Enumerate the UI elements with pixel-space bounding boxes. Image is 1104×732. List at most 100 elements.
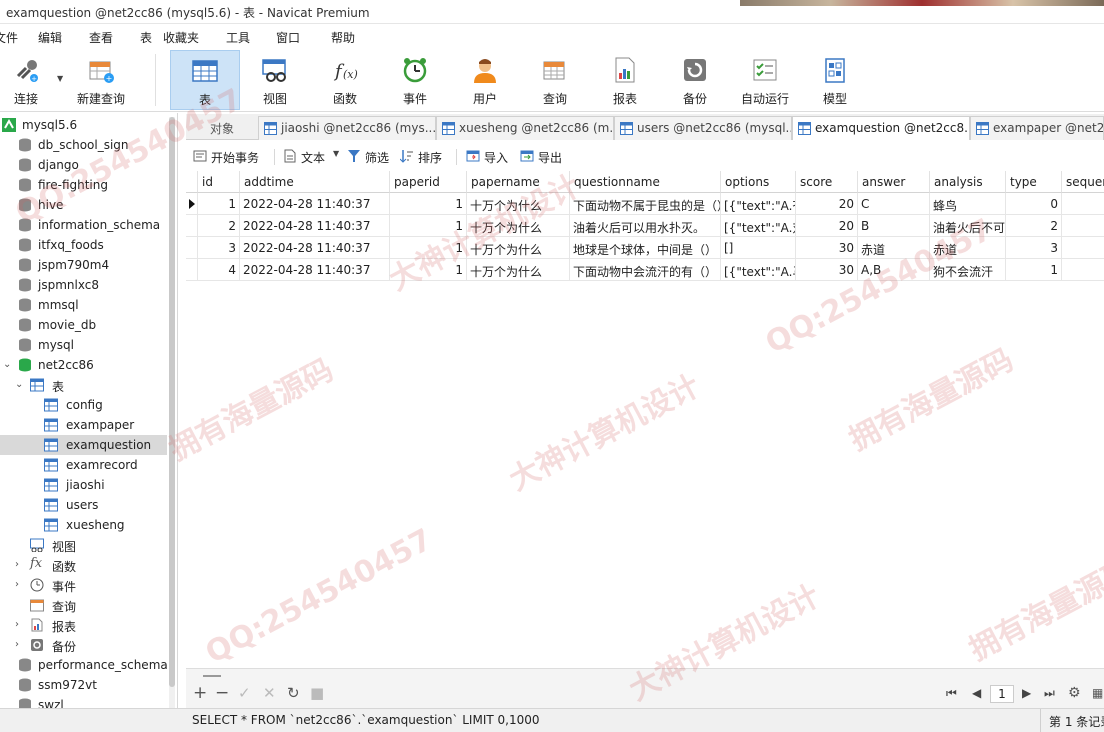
table-cell[interactable]: 4 (198, 259, 240, 281)
column-header[interactable]: questionname (570, 171, 721, 193)
table-cell[interactable]: 1 (198, 193, 240, 215)
table-cell[interactable]: 十万个为什么 (467, 193, 570, 215)
discard-x-icon[interactable]: ✕ (263, 685, 276, 701)
row-marker[interactable] (186, 237, 198, 259)
column-header[interactable]: score (796, 171, 858, 193)
table-cell[interactable]: 十万个为什么 (467, 259, 570, 281)
table-cell[interactable]: 下面动物不属于昆虫的是（） (570, 193, 721, 215)
refresh-icon[interactable]: ↻ (287, 685, 300, 701)
table-cell[interactable]: 油着火后不可 (930, 215, 1006, 237)
chevron-down-icon[interactable]: ⌄ (3, 359, 11, 370)
chevron-right-icon[interactable]: › (15, 579, 19, 590)
table-cell[interactable]: 2022-04-28 11:40:37 (240, 193, 390, 215)
settings-gear-icon[interactable]: ⚙ (1068, 685, 1081, 701)
column-header[interactable]: paperid (390, 171, 467, 193)
tree-table-item[interactable]: config (0, 395, 177, 415)
menu-edit[interactable]: 编辑 (38, 29, 62, 46)
table-cell[interactable]: 1 (1006, 259, 1062, 281)
table-cell[interactable]: 蜂鸟 (930, 193, 1006, 215)
tab-xuesheng[interactable]: xuesheng @net2cc86 (m... (436, 116, 614, 140)
tree-backups-group[interactable]: › 备份 (0, 635, 177, 655)
table-tool-button[interactable]: 表 (170, 50, 240, 110)
table-cell[interactable]: 2 (198, 215, 240, 237)
table-cell[interactable]: 3 (1006, 237, 1062, 259)
table-cell[interactable] (1062, 193, 1104, 215)
tree-db-item[interactable]: performance_schema (0, 655, 177, 675)
tree-functions-group[interactable]: › fx 函数 (0, 555, 177, 575)
tree-db-item[interactable]: mysql (0, 335, 177, 355)
event-tool-button[interactable]: 事件 (386, 50, 444, 110)
table-cell[interactable]: [{"text":"A.对 (721, 215, 796, 237)
text-view-button[interactable]: 文本 ▼ (283, 148, 341, 166)
table-cell[interactable] (1062, 237, 1104, 259)
delete-record-icon[interactable]: − (215, 685, 229, 702)
table-cell[interactable]: [] (721, 237, 796, 259)
table-cell[interactable]: 30 (796, 259, 858, 281)
tree-reports-group[interactable]: › 报表 (0, 615, 177, 635)
tree-queries-group[interactable]: 查询 (0, 595, 177, 615)
table-cell[interactable]: 1 (390, 193, 467, 215)
scrollbar-thumb[interactable] (169, 117, 175, 687)
tree-tables-group[interactable]: ⌄ 表 (0, 375, 177, 395)
next-page-icon[interactable]: ▶ (1022, 685, 1031, 701)
tree-db-item[interactable]: fire-fighting (0, 175, 177, 195)
chevron-down-icon[interactable]: ⌄ (15, 379, 23, 390)
table-cell[interactable]: 狗不会流汗 (930, 259, 1006, 281)
tree-db-open[interactable]: ⌄ net2cc86 (0, 355, 177, 375)
column-header[interactable]: type (1006, 171, 1062, 193)
column-header[interactable]: papername (467, 171, 570, 193)
automation-tool-button[interactable]: 自动运行 (736, 50, 794, 110)
menu-tools[interactable]: 工具 (226, 29, 250, 46)
table-cell[interactable]: 十万个为什么 (467, 237, 570, 259)
tree-db-item[interactable]: hive (0, 195, 177, 215)
stop-icon[interactable]: ■ (310, 685, 324, 701)
tree-table-item[interactable]: xuesheng (0, 515, 177, 535)
user-tool-button[interactable]: 用户 (456, 50, 514, 110)
page-number-input[interactable]: 1 (990, 685, 1014, 703)
table-cell[interactable]: 2022-04-28 11:40:37 (240, 237, 390, 259)
column-header[interactable]: id (198, 171, 240, 193)
tree-connection[interactable]: mysql5.6 (0, 115, 177, 135)
tab-objects[interactable]: 对象 (186, 116, 256, 140)
chevron-right-icon[interactable]: › (15, 639, 19, 650)
table-cell[interactable]: 油着火后可以用水扑灭。 (570, 215, 721, 237)
export-button[interactable]: 导出 (520, 148, 566, 166)
tab-jiaoshi[interactable]: jiaoshi @net2cc86 (mys... (258, 116, 436, 140)
table-cell[interactable]: 2 (1006, 215, 1062, 237)
table-cell[interactable]: 20 (796, 193, 858, 215)
menu-table[interactable]: 表 (140, 29, 152, 46)
tree-db-item[interactable]: django (0, 155, 177, 175)
menu-window[interactable]: 窗口 (276, 29, 300, 46)
tree-db-item[interactable]: ssm972vt (0, 675, 177, 695)
column-header[interactable]: addtime (240, 171, 390, 193)
table-cell[interactable]: 3 (198, 237, 240, 259)
menu-file[interactable]: 文件 (0, 29, 18, 46)
table-cell[interactable]: [{"text":"A.马 (721, 259, 796, 281)
tab-exampaper[interactable]: exampaper @net2c (970, 116, 1104, 140)
menu-help[interactable]: 帮助 (331, 29, 355, 46)
tree-table-item-selected[interactable]: examquestion (0, 435, 167, 455)
table-cell[interactable]: 赤道 (930, 237, 1006, 259)
table-cell[interactable]: C (858, 193, 930, 215)
column-header[interactable]: options (721, 171, 796, 193)
view-tool-button[interactable]: 视图 (246, 50, 304, 110)
backup-tool-button[interactable]: 备份 (666, 50, 724, 110)
table-cell[interactable]: [{"text":"A.苍 (721, 193, 796, 215)
table-cell[interactable]: 十万个为什么 (467, 215, 570, 237)
table-cell[interactable]: 下面动物中会流汗的有（） (570, 259, 721, 281)
menu-favorites[interactable]: 收藏夹 (163, 29, 199, 46)
tree-table-item[interactable]: jiaoshi (0, 475, 177, 495)
begin-transaction-button[interactable]: 开始事务 (193, 148, 273, 166)
tree-db-item[interactable]: mmsql (0, 295, 177, 315)
apply-check-icon[interactable]: ✓ (238, 685, 251, 701)
query-tool-button[interactable]: 查询 (526, 50, 584, 110)
tree-db-item[interactable]: jspmnlxc8 (0, 275, 177, 295)
chevron-right-icon[interactable]: › (15, 619, 19, 630)
splitter-handle[interactable] (203, 675, 221, 677)
grid-view-icon[interactable]: ▦ (1092, 685, 1103, 701)
first-page-icon[interactable]: ⏮ (946, 685, 957, 701)
column-header[interactable]: analysis (930, 171, 1006, 193)
table-cell[interactable]: 1 (390, 215, 467, 237)
table-cell[interactable]: 2022-04-28 11:40:37 (240, 215, 390, 237)
tree-table-item[interactable]: exampaper (0, 415, 177, 435)
